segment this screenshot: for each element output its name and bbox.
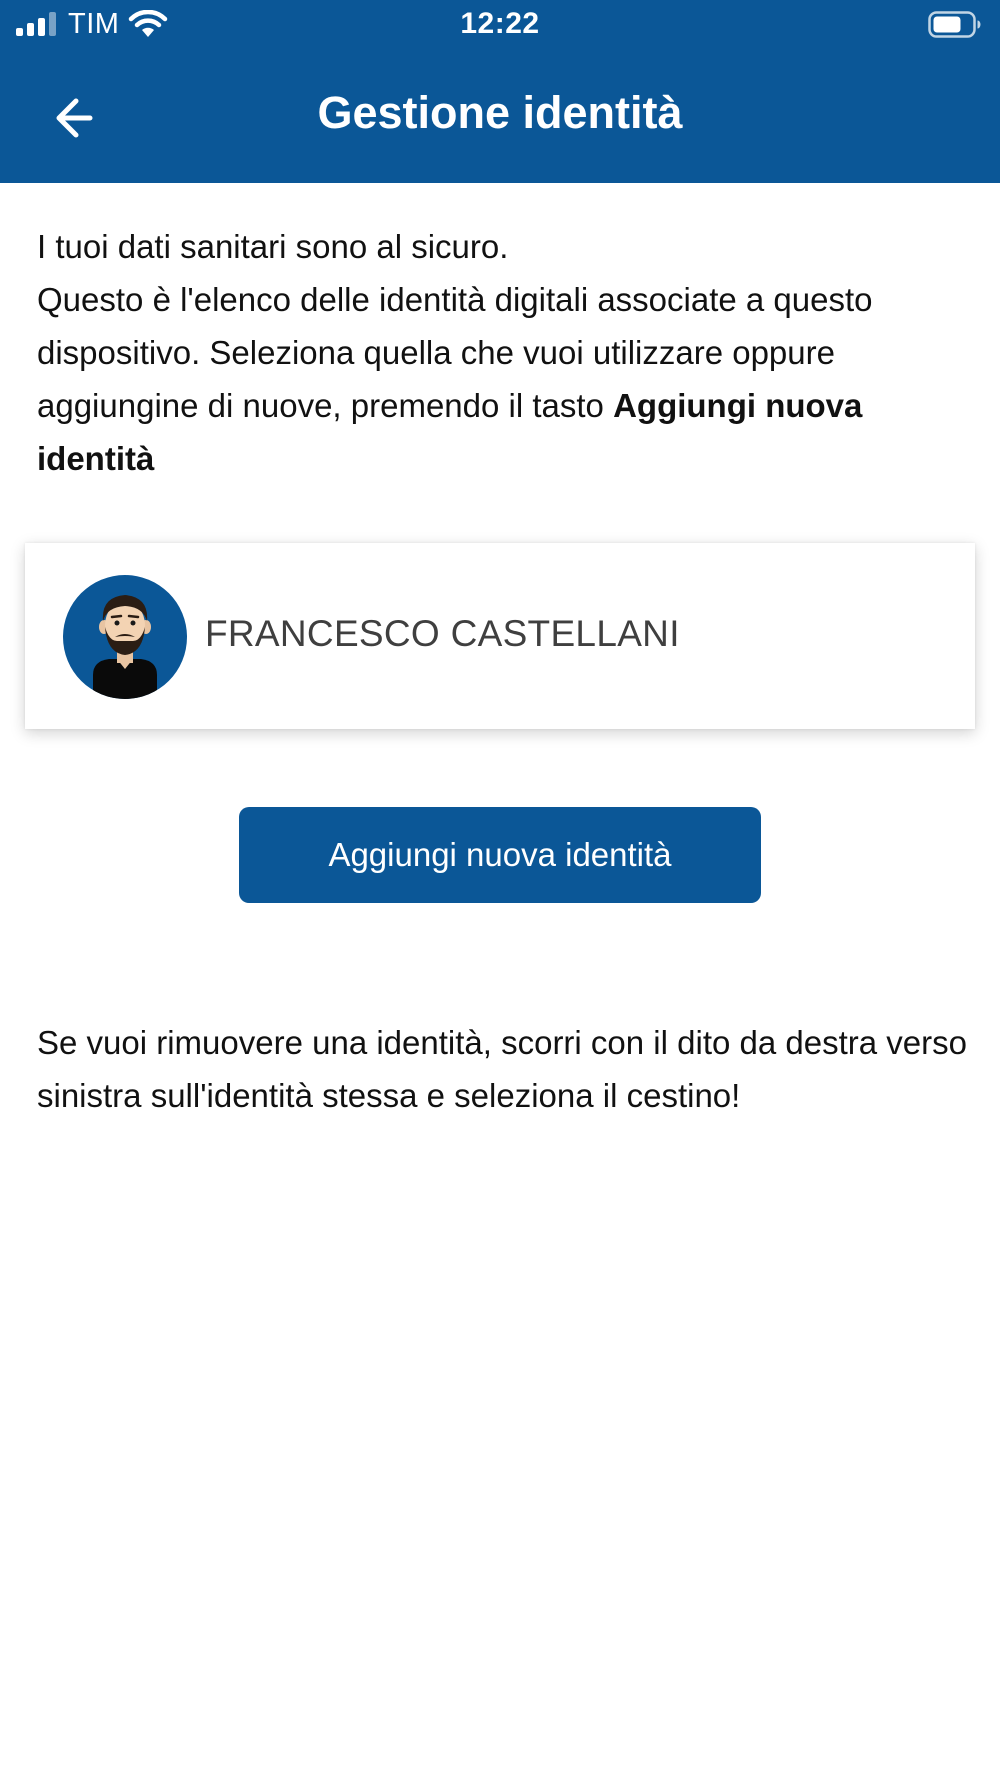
identity-name: FRANCESCO CASTELLANI: [205, 613, 680, 654]
add-identity-button[interactable]: Aggiungi nuova identità: [239, 807, 761, 903]
battery-icon: [928, 11, 981, 38]
man-avatar-icon: [63, 575, 187, 699]
remove-hint-text: Se vuoi rimuovere una identità, scorri c…: [37, 1024, 967, 1114]
page-title: Gestione identità: [317, 87, 683, 138]
intro-line-1: I tuoi dati sanitari sono al sicuro.: [37, 228, 509, 265]
intro-line-2: Questo è l'elenco delle identità digital…: [37, 273, 967, 485]
status-bar: TIM 12:22: [0, 0, 1000, 50]
app-header: TIM 12:22 Gestione identità: [0, 0, 1000, 183]
clock: 12:22: [460, 7, 540, 40]
identity-card[interactable]: FRANCESCO CASTELLANI: [25, 543, 975, 729]
intro-text: I tuoi dati sanitari sono al sicuro. Que…: [37, 220, 967, 485]
